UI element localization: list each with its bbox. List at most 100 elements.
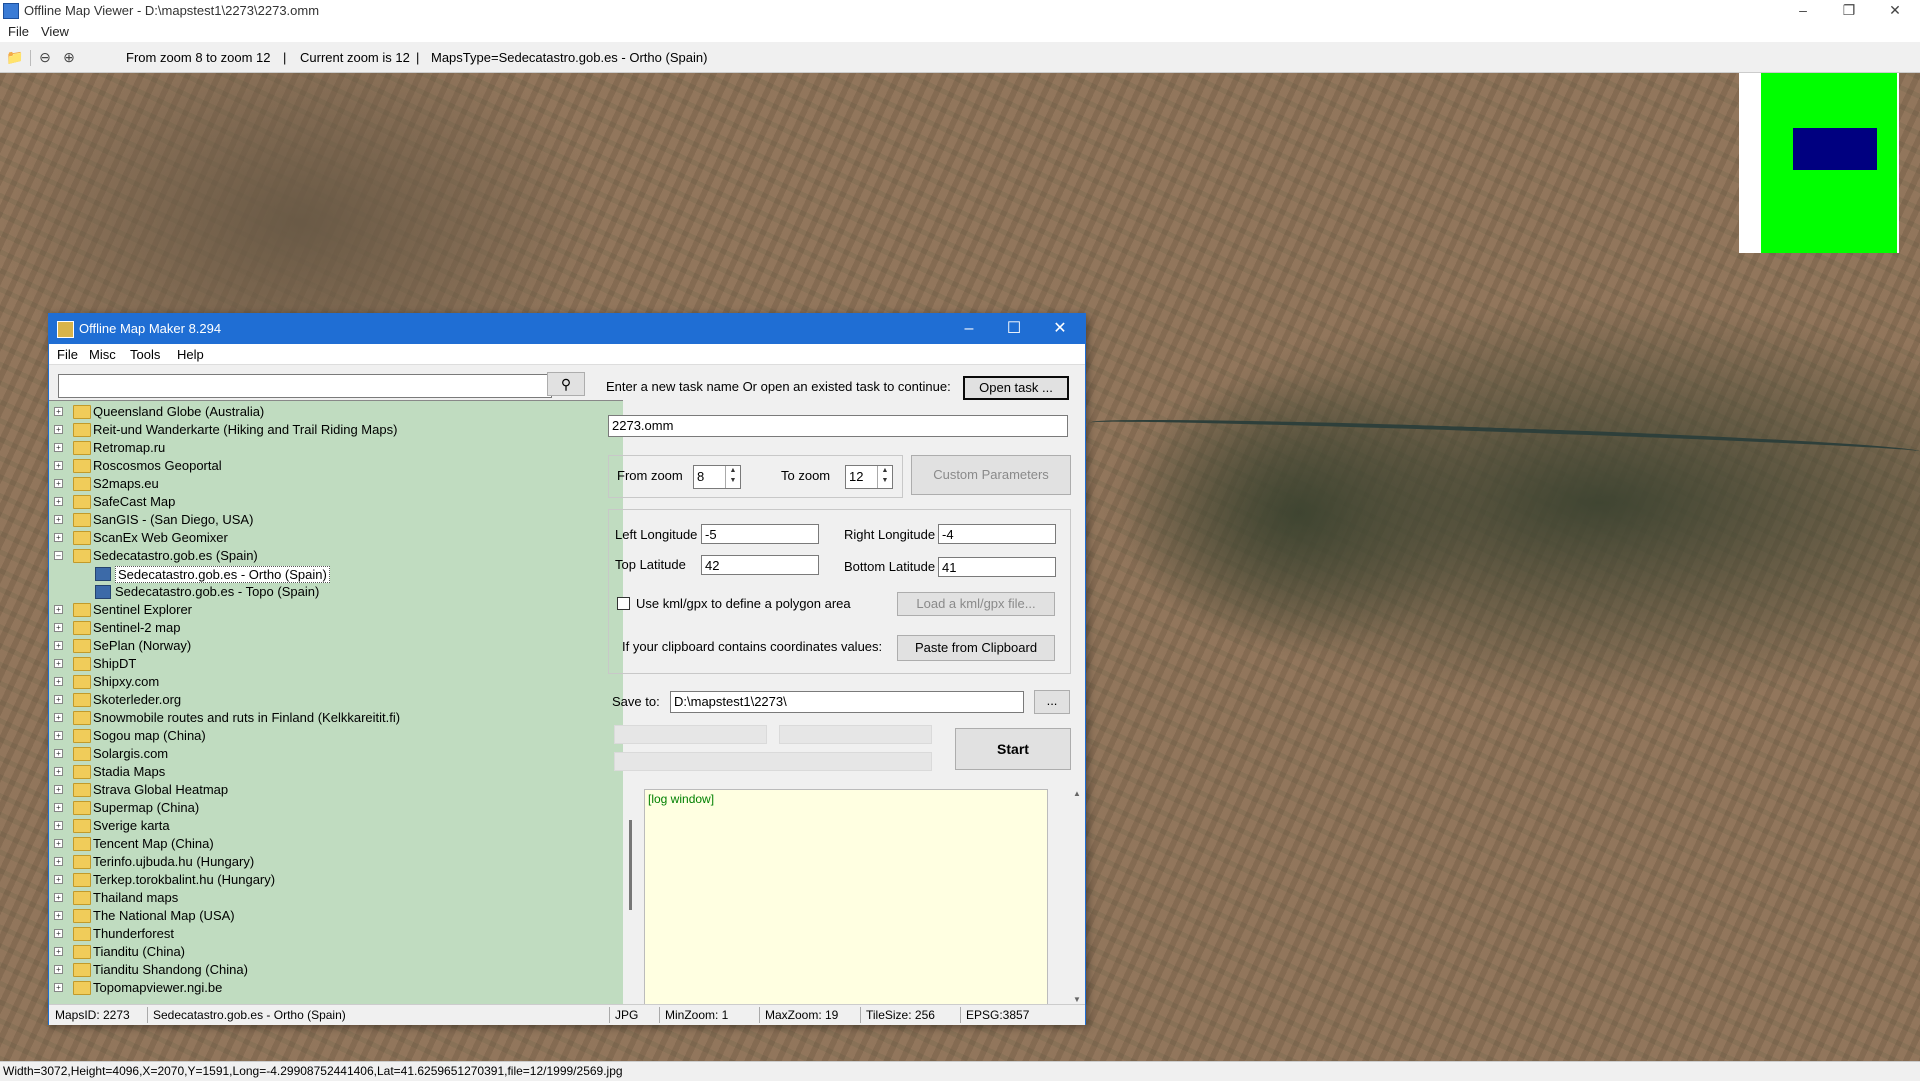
tree-item[interactable]: + SafeCast Map [49, 493, 619, 511]
folder-icon [73, 981, 91, 995]
overview-minimap[interactable] [1739, 73, 1899, 253]
bottom-latitude-input[interactable]: 41 [938, 557, 1056, 577]
tree-item[interactable]: + Topomapviewer.ngi.be [49, 979, 619, 997]
folder-icon [73, 711, 91, 725]
left-longitude-input[interactable]: -5 [701, 524, 819, 544]
status-separator [759, 1007, 760, 1023]
progress-bar-total [614, 752, 932, 771]
toolbar-divider: | [283, 50, 287, 65]
maps-search-input[interactable] [58, 374, 552, 398]
spin-arrows-icon[interactable]: ▲ ▼ [877, 466, 892, 488]
status-separator [860, 1007, 861, 1023]
tree-item[interactable]: + Queensland Globe (Australia) [49, 403, 619, 421]
task-name-input[interactable]: 2273.omm [608, 415, 1068, 437]
dialog-close-button[interactable]: ✕ [1040, 318, 1080, 340]
tree-item[interactable]: + Thunderforest [49, 925, 619, 943]
save-to-input[interactable]: D:\mapstest1\2273\ [670, 691, 1024, 713]
tree-item[interactable]: + ScanEx Web Geomixer [49, 529, 619, 547]
tree-item[interactable]: + SanGIS - (San Diego, USA) [49, 511, 619, 529]
tree-item[interactable]: + Sogou map (China) [49, 727, 619, 745]
viewer-title: Offline Map Viewer - D:\mapstest1\2273\2… [24, 3, 320, 18]
minimap-viewport[interactable] [1793, 128, 1877, 170]
folder-icon [73, 675, 91, 689]
tree-item[interactable]: + Retromap.ru [49, 439, 619, 457]
dialog-status-bar: MapsID: 2273 Sedecatastro.gob.es - Ortho… [49, 1004, 1085, 1025]
toolbar-separator [30, 50, 31, 66]
tree-item[interactable]: + Sentinel-2 map [49, 619, 619, 637]
zoom-out-icon[interactable]: ⊖ [36, 48, 54, 66]
tree-item-selected[interactable]: Sedecatastro.gob.es - Ortho (Spain) [49, 565, 619, 583]
tree-item[interactable]: + Sverige karta [49, 817, 619, 835]
dialog-menu-misc[interactable]: Misc [89, 347, 116, 362]
map-river-feature [1089, 413, 1920, 461]
viewer-status-text: Width=3072,Height=4096,X=2070,Y=1591,Lon… [3, 1064, 623, 1078]
from-zoom-label: From zoom [617, 468, 683, 483]
tree-item[interactable]: + Terkep.torokbalint.hu (Hungary) [49, 871, 619, 889]
folder-icon [73, 657, 91, 671]
dialog-maximize-button[interactable]: ☐ [994, 318, 1034, 340]
folder-icon [73, 495, 91, 509]
dialog-menu-file[interactable]: File [57, 347, 78, 362]
search-icon[interactable]: ⚲ [547, 372, 585, 396]
custom-parameters-button[interactable]: Custom Parameters [911, 455, 1071, 495]
tree-item[interactable]: + Sentinel Explorer [49, 601, 619, 619]
tree-scrollbar-thumb[interactable] [629, 820, 632, 910]
scroll-up-icon[interactable]: ▲ [1070, 789, 1084, 798]
tree-item-expanded[interactable]: – Sedecatastro.gob.es (Spain) [49, 547, 619, 565]
tree-item[interactable]: + SePlan (Norway) [49, 637, 619, 655]
toolbar-divider: | [416, 50, 420, 65]
tree-item[interactable]: + Supermap (China) [49, 799, 619, 817]
top-latitude-input[interactable]: 42 [701, 555, 819, 575]
tree-item[interactable]: + Shipxy.com [49, 673, 619, 691]
tree-item[interactable]: + Snowmobile routes and ruts in Finland (… [49, 709, 619, 727]
spin-arrows-icon[interactable]: ▲ ▼ [725, 466, 740, 488]
tree-item[interactable]: + Tencent Map (China) [49, 835, 619, 853]
progress-bar-2 [779, 725, 932, 744]
to-zoom-spinner[interactable]: 12 ▲ ▼ [845, 465, 893, 489]
dialog-menu-tools[interactable]: Tools [130, 347, 160, 362]
tree-item[interactable]: + Solargis.com [49, 745, 619, 763]
bottom-latitude-label: Bottom Latitude [844, 559, 936, 574]
tree-item[interactable]: + S2maps.eu [49, 475, 619, 493]
folder-icon [73, 855, 91, 869]
close-button[interactable]: ✕ [1872, 0, 1918, 22]
menu-file[interactable]: File [8, 24, 29, 39]
log-scrollbar[interactable]: ▲ ▼ [1070, 789, 1084, 1004]
zoom-range-text: From zoom 8 to zoom 12 [126, 50, 271, 65]
from-zoom-spinner[interactable]: 8 ▲ ▼ [693, 465, 741, 489]
tree-item[interactable]: + The National Map (USA) [49, 907, 619, 925]
start-button[interactable]: Start [955, 728, 1071, 770]
menu-view[interactable]: View [41, 24, 69, 39]
tree-item[interactable]: + Tianditu Shandong (China) [49, 961, 619, 979]
dialog-menu-help[interactable]: Help [177, 347, 204, 362]
viewer-title-bar: Offline Map Viewer - D:\mapstest1\2273\2… [0, 0, 1920, 22]
tree-item[interactable]: + Tianditu (China) [49, 943, 619, 961]
tree-item[interactable]: + Strava Global Heatmap [49, 781, 619, 799]
tree-item[interactable]: + Reit-und Wanderkarte (Hiking and Trail … [49, 421, 619, 439]
scroll-down-icon[interactable]: ▼ [1070, 995, 1084, 1004]
right-longitude-input[interactable]: -4 [938, 524, 1056, 544]
restore-button[interactable]: ❐ [1826, 0, 1872, 22]
dialog-title-bar: Offline Map Maker 8.294 – ☐ ✕ [49, 314, 1085, 344]
tree-item[interactable]: + ShipDT [49, 655, 619, 673]
tree-item[interactable]: + Terinfo.ujbuda.hu (Hungary) [49, 853, 619, 871]
load-kml-button[interactable]: Load a kml/gpx file... [897, 592, 1055, 616]
maps-tree[interactable]: + Queensland Globe (Australia) + Reit-und … [49, 400, 623, 1004]
folder-icon [73, 531, 91, 545]
open-task-button[interactable]: Open task ... [963, 376, 1069, 400]
tree-item[interactable]: + Roscosmos Geoportal [49, 457, 619, 475]
log-window[interactable]: [log window] [644, 789, 1048, 1006]
dialog-minimize-button[interactable]: – [949, 318, 989, 340]
minimize-button[interactable]: – [1780, 0, 1826, 22]
kml-checkbox[interactable] [617, 597, 630, 610]
zoom-in-icon[interactable]: ⊕ [60, 48, 78, 66]
folder-icon [73, 765, 91, 779]
browse-button[interactable]: ... [1034, 690, 1070, 714]
tree-item[interactable]: Sedecatastro.gob.es - Topo (Spain) [49, 583, 619, 601]
paste-from-clipboard-button[interactable]: Paste from Clipboard [897, 635, 1055, 661]
tree-item[interactable]: + Stadia Maps [49, 763, 619, 781]
open-folder-icon[interactable]: 📁 [6, 48, 24, 66]
map-icon [95, 567, 111, 581]
tree-item[interactable]: + Thailand maps [49, 889, 619, 907]
tree-item[interactable]: + Skoterleder.org [49, 691, 619, 709]
